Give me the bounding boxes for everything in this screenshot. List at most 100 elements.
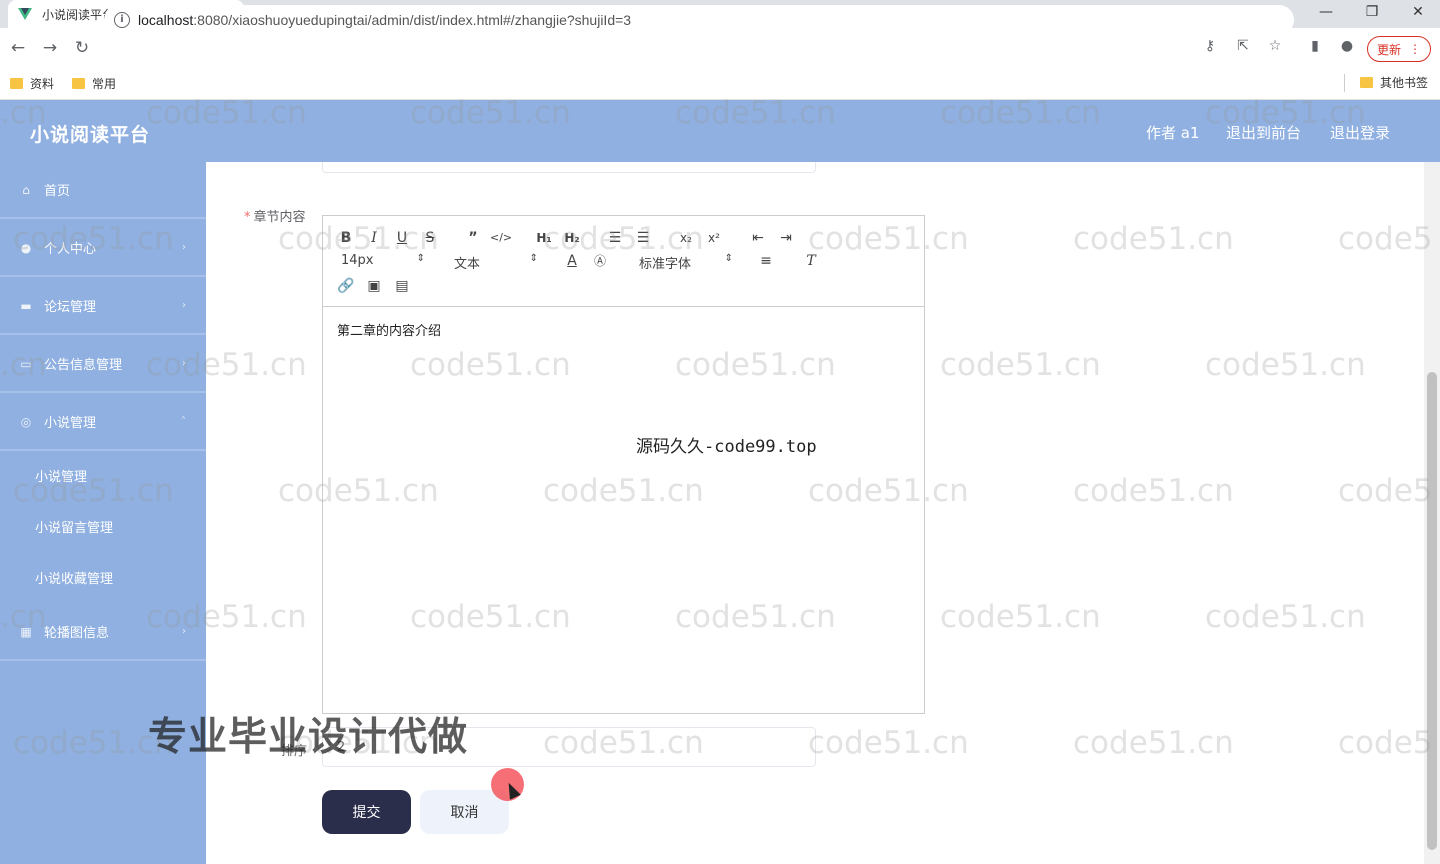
italic-icon[interactable]: I bbox=[363, 228, 385, 248]
bookmark-label: 资料 bbox=[30, 77, 55, 91]
restore-icon[interactable]: ❐ bbox=[1360, 2, 1384, 22]
forward-icon[interactable]: → bbox=[34, 38, 66, 58]
heading-1-icon[interactable]: H₁ bbox=[533, 228, 555, 248]
block-format-value: 文本 bbox=[454, 257, 481, 272]
app-brand: 小说阅读平台 bbox=[30, 124, 151, 146]
minimize-icon[interactable]: — bbox=[1314, 2, 1338, 22]
sidebar-item-label: 论坛管理 bbox=[44, 300, 97, 315]
select-caret-icon: ⇕ bbox=[529, 253, 538, 264]
ordered-list-icon[interactable]: ☰ bbox=[604, 228, 626, 248]
bookmark-folder-changyong[interactable]: 常用 bbox=[72, 75, 116, 92]
select-caret-icon: ⇕ bbox=[416, 253, 425, 264]
notice-icon: ▭ bbox=[20, 356, 32, 371]
select-caret-icon: ⇕ bbox=[724, 253, 733, 264]
chevron-right-icon: › bbox=[182, 242, 186, 253]
editor-content[interactable]: 第二章的内容介绍 bbox=[337, 320, 441, 339]
other-bookmarks-label: 其他书签 bbox=[1379, 76, 1428, 90]
sidebar-item-label: 小说管理 bbox=[44, 416, 97, 431]
chapter-content-label-text: 章节内容 bbox=[253, 210, 306, 225]
font-color-icon[interactable]: A bbox=[561, 251, 583, 271]
underline-icon[interactable]: U bbox=[391, 228, 413, 248]
bookmarks-bar: 资料 常用 bbox=[0, 68, 1440, 100]
key-icon[interactable]: ⚷ bbox=[1200, 38, 1220, 54]
bookmark-folder-ziliao[interactable]: 资料 bbox=[10, 75, 54, 92]
bookmark-label: 常用 bbox=[92, 77, 117, 91]
subscript-icon[interactable]: x₂ bbox=[675, 228, 697, 248]
url-field[interactable]: i localhost:8080/xiaoshuoyuedupingtai/ad… bbox=[104, 5, 1294, 35]
update-button[interactable]: 更新 ⋮ bbox=[1367, 36, 1431, 62]
sidebar-item-label: 首页 bbox=[44, 184, 71, 199]
chevron-up-icon: ˄ bbox=[181, 416, 186, 427]
block-format-select[interactable]: 文本 ⇕ bbox=[454, 253, 538, 272]
exit-to-front-link[interactable]: 退出到前台 bbox=[1226, 122, 1301, 143]
source-watermark: 源码久久-code99.top bbox=[636, 437, 817, 457]
superscript-icon[interactable]: x² bbox=[703, 228, 725, 248]
sidebar-item-notice[interactable]: ▭ 公告信息管理 › bbox=[0, 336, 206, 393]
video-icon[interactable]: ▤ bbox=[391, 276, 413, 296]
back-icon[interactable]: ← bbox=[2, 38, 34, 58]
site-info-icon[interactable]: i bbox=[114, 12, 130, 28]
indent-icon[interactable]: ⇥ bbox=[775, 228, 797, 248]
font-size-value: 14px bbox=[341, 253, 374, 268]
required-mark: * bbox=[244, 210, 251, 225]
url-host: localhost bbox=[138, 12, 194, 28]
sidebar-subitem-novel[interactable]: 小说管理 bbox=[35, 466, 87, 485]
font-family-value: 标准字体 bbox=[639, 257, 692, 272]
profile-icon[interactable]: ● bbox=[1337, 38, 1357, 54]
heading-2-icon[interactable]: H₂ bbox=[561, 228, 583, 248]
sidebar-item-label: 公告信息管理 bbox=[44, 358, 123, 373]
user-icon: ● bbox=[20, 240, 32, 255]
previous-field[interactable] bbox=[322, 162, 816, 173]
logout-link[interactable]: 退出登录 bbox=[1330, 122, 1390, 143]
more-menu-icon[interactable]: ⋮ bbox=[1409, 42, 1421, 56]
bold-icon[interactable]: B bbox=[335, 228, 357, 248]
update-label: 更新 bbox=[1376, 42, 1401, 57]
chevron-right-icon: › bbox=[182, 626, 186, 637]
code-block-icon[interactable]: </> bbox=[490, 228, 512, 248]
font-family-select[interactable]: 标准字体 ⇕ bbox=[639, 253, 733, 272]
sidebar-item-label: 个人中心 bbox=[44, 242, 97, 257]
strikethrough-icon[interactable]: S bbox=[419, 228, 441, 248]
chevron-right-icon: › bbox=[182, 300, 186, 311]
side-panel-icon[interactable]: ▮ bbox=[1305, 38, 1325, 54]
align-icon[interactable]: ≡ bbox=[755, 251, 777, 271]
other-bookmarks[interactable]: 其他书签 bbox=[1359, 74, 1428, 91]
bookmark-divider bbox=[1344, 74, 1345, 92]
scrollbar-thumb[interactable] bbox=[1427, 372, 1437, 850]
reload-icon[interactable]: ↻ bbox=[66, 38, 98, 58]
sidebar-item-novel[interactable]: ◎ 小说管理 ˄ bbox=[0, 394, 206, 451]
background-color-icon[interactable]: Ⓐ bbox=[589, 251, 611, 271]
chapter-content-label: * 章节内容 bbox=[244, 206, 306, 225]
outdent-icon[interactable]: ⇤ bbox=[747, 228, 769, 248]
sidebar-item-profile[interactable]: ● 个人中心 › bbox=[0, 220, 206, 277]
sidebar-item-forum[interactable]: ▬ 论坛管理 › bbox=[0, 278, 206, 335]
font-size-select[interactable]: 14px ⇕ bbox=[341, 253, 425, 268]
share-icon[interactable]: ⇱ bbox=[1233, 38, 1253, 54]
home-icon: ⌂ bbox=[22, 182, 30, 197]
blockquote-icon[interactable]: ” bbox=[462, 228, 484, 248]
window-close-icon[interactable]: ✕ bbox=[1406, 2, 1430, 22]
sidebar-subitem-novel-comments[interactable]: 小说留言管理 bbox=[35, 517, 113, 536]
url-path: :8080/xiaoshuoyuedupingtai/admin/dist/in… bbox=[193, 12, 632, 28]
bullet-list-icon[interactable]: ☰ bbox=[632, 228, 654, 248]
forum-icon: ▬ bbox=[20, 298, 32, 313]
carousel-icon: ▦ bbox=[20, 624, 32, 639]
submit-button[interactable]: 提交 bbox=[322, 790, 411, 834]
app-header bbox=[0, 100, 1440, 162]
sidebar-subitem-novel-favorites[interactable]: 小说收藏管理 bbox=[35, 568, 113, 587]
folder-icon bbox=[10, 78, 23, 89]
sidebar-item-label: 轮播图信息 bbox=[44, 626, 110, 641]
image-icon[interactable]: ▣ bbox=[363, 276, 385, 296]
author-name: 作者 a1 bbox=[1146, 124, 1200, 142]
folder-icon bbox=[1359, 77, 1373, 88]
link-icon[interactable]: 🔗 bbox=[335, 276, 357, 296]
sidebar-item-home[interactable]: ⌂ 首页 bbox=[0, 162, 206, 219]
rich-text-editor: B I U S ” </> H₁ H₂ ☰ ☰ x₂ x² ⇤ ⇥ 14px ⇕ … bbox=[322, 215, 925, 714]
chevron-right-icon: › bbox=[182, 358, 186, 369]
clear-format-icon[interactable]: T bbox=[800, 251, 822, 271]
star-icon[interactable]: ☆ bbox=[1265, 38, 1285, 54]
promo-watermark: 专业毕业设计代做 bbox=[148, 715, 469, 760]
folder-icon bbox=[72, 78, 86, 89]
vue-favicon-icon bbox=[18, 8, 32, 20]
sidebar-item-carousel[interactable]: ▦ 轮播图信息 › bbox=[0, 604, 206, 661]
